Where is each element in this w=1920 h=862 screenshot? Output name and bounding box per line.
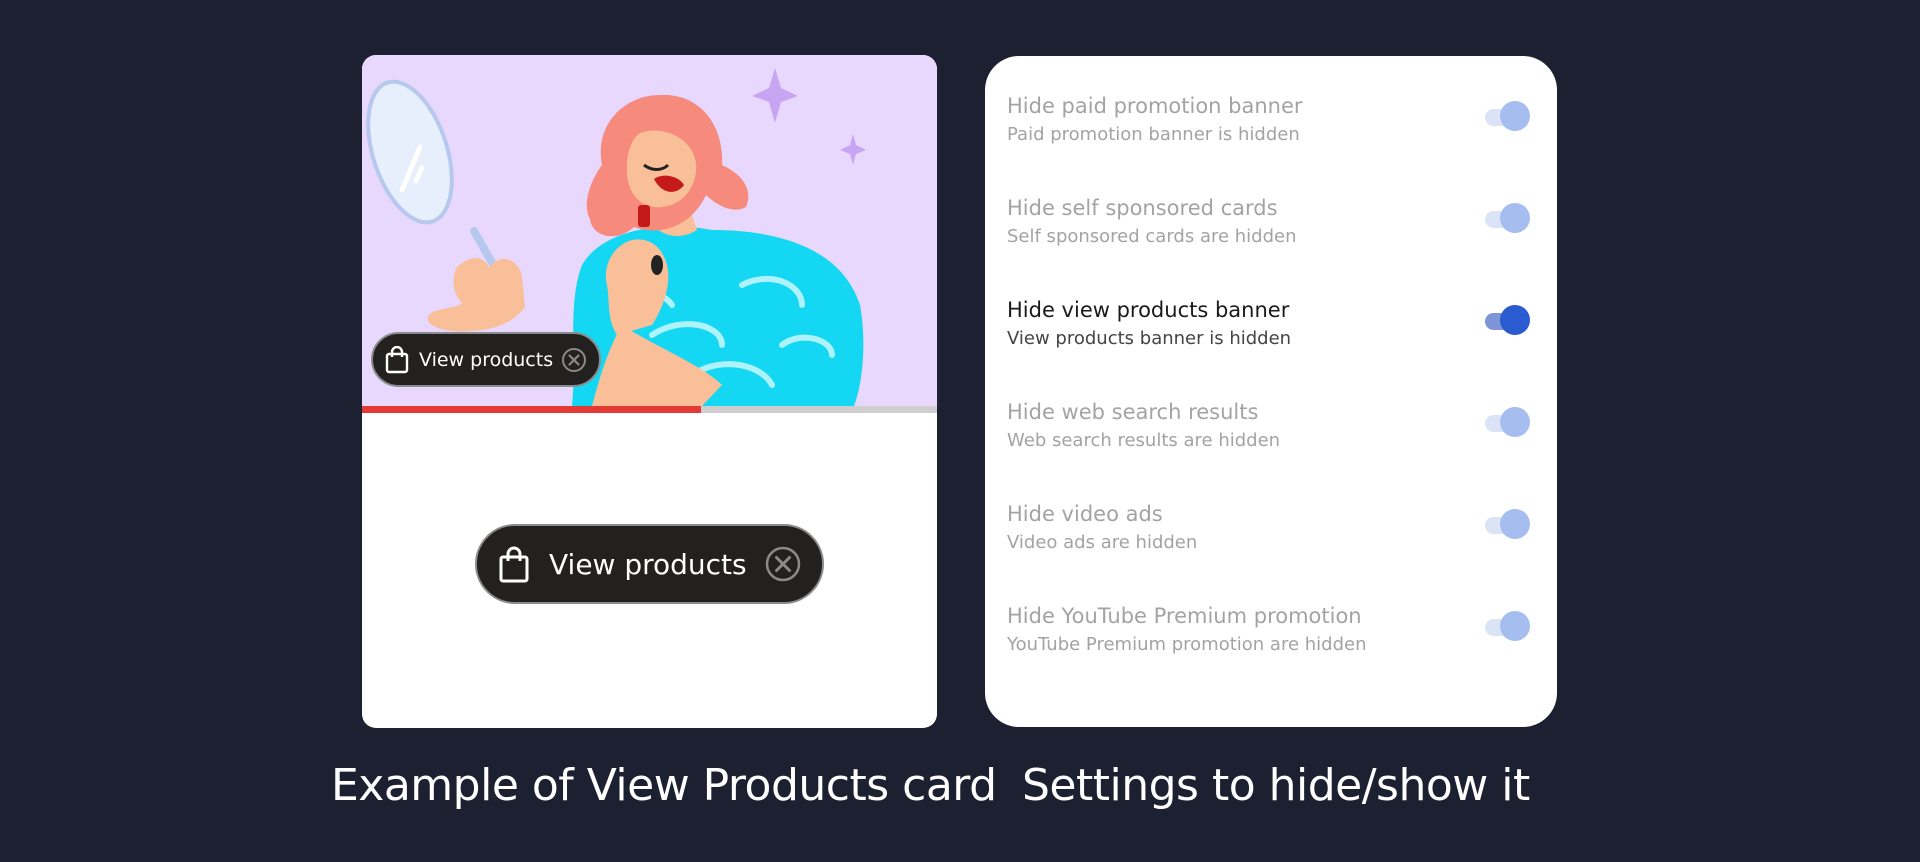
setting-subtitle: Video ads are hidden xyxy=(1007,532,1198,553)
chip-label: View products xyxy=(419,348,554,371)
video-progress-bar[interactable] xyxy=(362,406,937,413)
setting-title: Hide self sponsored cards xyxy=(1007,196,1278,220)
toggle-switch[interactable] xyxy=(1485,610,1531,641)
progress-fill xyxy=(362,406,702,413)
shopping-bag-icon xyxy=(385,345,409,374)
video-thumbnail[interactable]: View products xyxy=(362,55,937,406)
setting-row-self-sponsored[interactable]: Hide self sponsored cards Self sponsored… xyxy=(985,196,1557,298)
setting-subtitle: YouTube Premium promotion are hidden xyxy=(1007,634,1367,655)
view-products-chip-small[interactable]: View products xyxy=(371,332,601,387)
shopping-bag-icon xyxy=(499,545,529,583)
caption-left: Example of View Products card xyxy=(331,760,997,811)
toggle-switch[interactable] xyxy=(1485,304,1531,335)
setting-title: Hide paid promotion banner xyxy=(1007,94,1303,118)
setting-row-paid-promotion[interactable]: Hide paid promotion banner Paid promotio… xyxy=(985,94,1557,196)
toggle-thumb xyxy=(1500,101,1530,131)
toggle-thumb xyxy=(1500,407,1530,437)
setting-row-youtube-premium[interactable]: Hide YouTube Premium promotion YouTube P… xyxy=(985,604,1557,706)
setting-row-video-ads[interactable]: Hide video ads Video ads are hidden xyxy=(985,502,1557,604)
toggle-switch[interactable] xyxy=(1485,508,1531,539)
toggle-thumb xyxy=(1500,203,1530,233)
toggle-switch[interactable] xyxy=(1485,406,1531,437)
setting-title: Hide view products banner xyxy=(1007,298,1290,322)
example-card: View products View products xyxy=(362,55,937,728)
caption-right: Settings to hide/show it xyxy=(1022,760,1530,811)
setting-row-view-products[interactable]: Hide view products banner View products … xyxy=(985,298,1557,400)
settings-card: Hide paid promotion banner Paid promotio… xyxy=(985,56,1557,727)
toggle-switch[interactable] xyxy=(1485,100,1531,131)
setting-subtitle: View products banner is hidden xyxy=(1007,328,1292,349)
setting-subtitle: Web search results are hidden xyxy=(1007,430,1281,451)
close-circle-icon[interactable] xyxy=(764,545,802,583)
view-products-chip-large[interactable]: View products xyxy=(475,524,824,604)
setting-row-web-search[interactable]: Hide web search results Web search resul… xyxy=(985,400,1557,502)
close-circle-icon[interactable] xyxy=(561,347,587,373)
toggle-thumb xyxy=(1500,611,1530,641)
toggle-switch[interactable] xyxy=(1485,202,1531,233)
setting-title: Hide web search results xyxy=(1007,400,1259,424)
setting-subtitle: Self sponsored cards are hidden xyxy=(1007,226,1297,247)
chip-label: View products xyxy=(549,547,747,581)
setting-title: Hide video ads xyxy=(1007,502,1163,526)
setting-title: Hide YouTube Premium promotion xyxy=(1007,604,1362,628)
toggle-thumb xyxy=(1500,509,1530,539)
toggle-thumb xyxy=(1500,305,1530,335)
setting-subtitle: Paid promotion banner is hidden xyxy=(1007,124,1300,145)
